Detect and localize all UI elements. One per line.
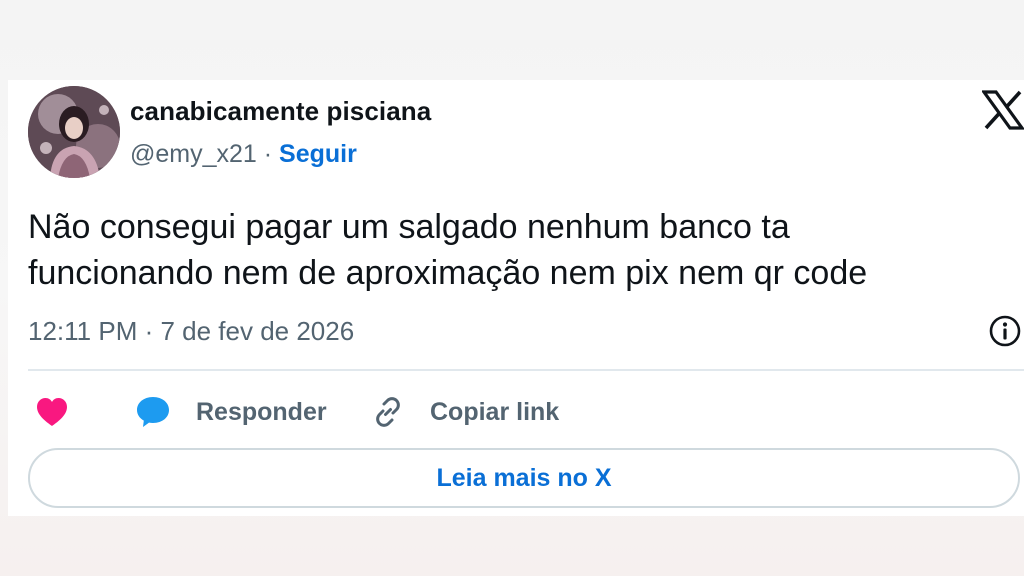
read-more-on-x-button[interactable]: Leia mais no X xyxy=(28,448,1020,508)
info-icon[interactable] xyxy=(988,314,1022,348)
reply-label: Responder xyxy=(196,397,327,426)
like-button[interactable] xyxy=(34,392,70,432)
separator-dot: · xyxy=(256,140,280,168)
avatar-image xyxy=(28,86,120,178)
reply-button[interactable]: Responder xyxy=(134,392,327,432)
tweet-text: Não consegui pagar um salgado nenhum ban… xyxy=(28,204,1018,296)
x-logo-icon[interactable] xyxy=(982,90,1024,130)
follow-link[interactable]: Seguir xyxy=(279,140,357,168)
page: canabicamente pisciana @emy_x21 · Seguir… xyxy=(0,0,1024,576)
link-icon xyxy=(370,394,406,430)
speech-bubble-icon xyxy=(134,394,172,430)
tweet-timestamp[interactable]: 12:11 PM · 7 de fev de 2026 xyxy=(28,316,354,347)
tweet-text-line: funcionando nem de aproximação nem pix n… xyxy=(28,254,868,292)
tweet-text-line: Não consegui pagar um salgado nenhum ban… xyxy=(28,208,790,246)
divider xyxy=(28,369,1024,371)
user-handle[interactable]: @emy_x21 xyxy=(130,140,257,168)
heart-icon xyxy=(34,396,70,428)
embedded-tweet-card: canabicamente pisciana @emy_x21 · Seguir… xyxy=(8,80,1024,516)
copy-link-label: Copiar link xyxy=(430,397,560,426)
handle-row: @emy_x21 · Seguir xyxy=(130,140,357,169)
copy-link-button[interactable]: Copiar link xyxy=(370,392,559,432)
avatar[interactable] xyxy=(28,86,120,178)
display-name[interactable]: canabicamente pisciana xyxy=(130,96,431,127)
